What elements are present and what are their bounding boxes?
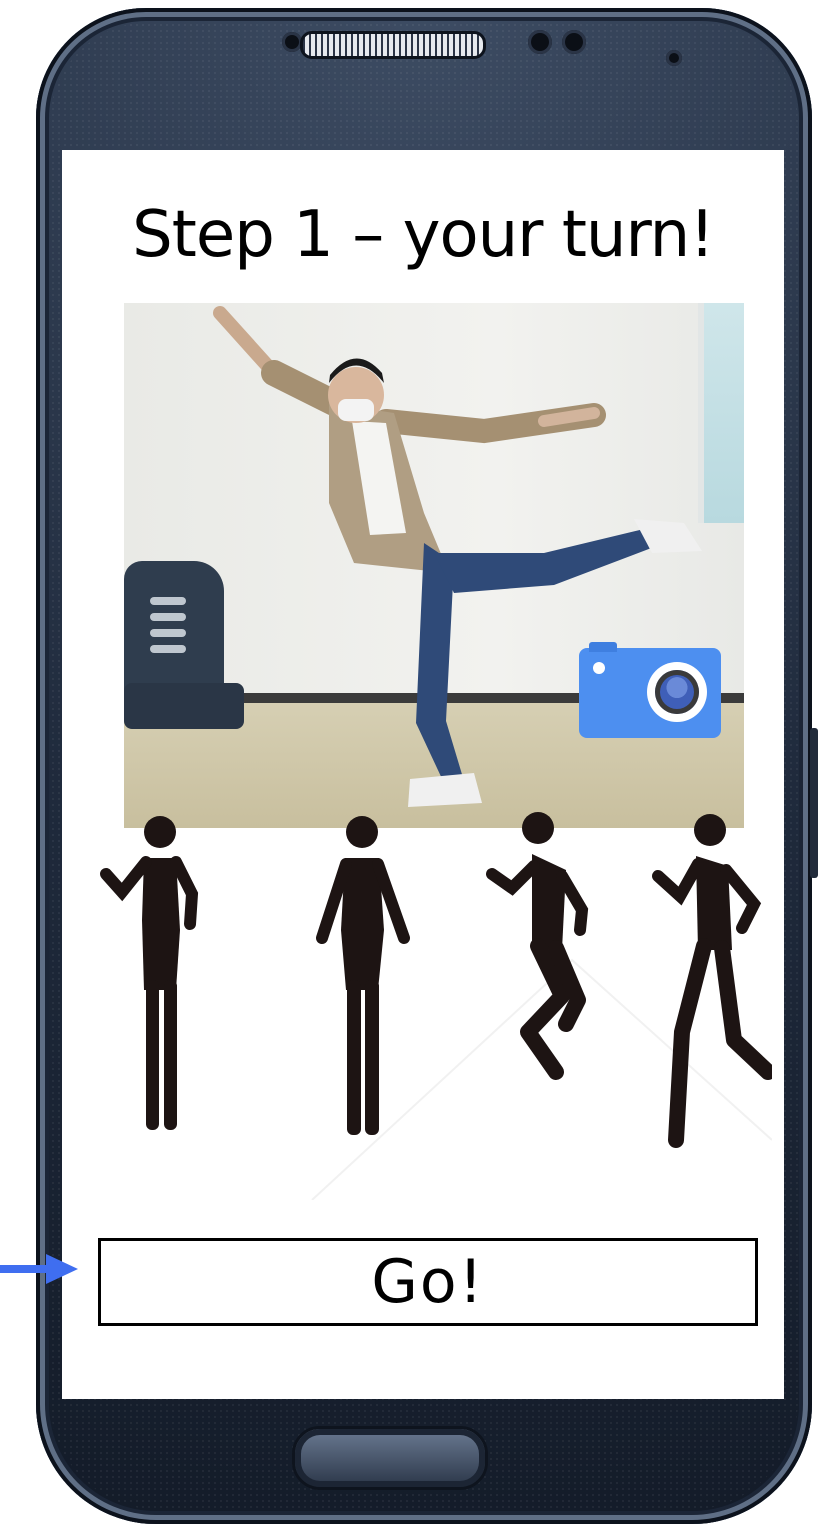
- earpiece-speaker: [300, 31, 486, 59]
- photo-person: [213, 306, 702, 807]
- pose-figures: [100, 812, 772, 1200]
- sensor-dot: [666, 50, 682, 66]
- home-button[interactable]: [292, 1426, 488, 1490]
- camera-lens: [647, 662, 707, 722]
- figure-jump: [486, 812, 589, 1080]
- figure-wave: [100, 816, 199, 1130]
- arrow-right-icon: [0, 1254, 78, 1284]
- figure-stand: [316, 816, 410, 1135]
- figure-run: [652, 814, 772, 1148]
- camera-icon[interactable]: [579, 642, 721, 738]
- front-camera: [528, 30, 552, 54]
- volume-key: [810, 728, 818, 878]
- light-sensor: [562, 30, 586, 54]
- pose-photo: [124, 303, 744, 828]
- app-screen: Step 1 – your turn! Go!: [62, 150, 784, 1399]
- camera-flash-dot: [593, 662, 605, 674]
- go-button[interactable]: Go!: [98, 1238, 758, 1326]
- step-title: Step 1 – your turn!: [132, 198, 715, 272]
- proximity-sensor: [282, 32, 302, 52]
